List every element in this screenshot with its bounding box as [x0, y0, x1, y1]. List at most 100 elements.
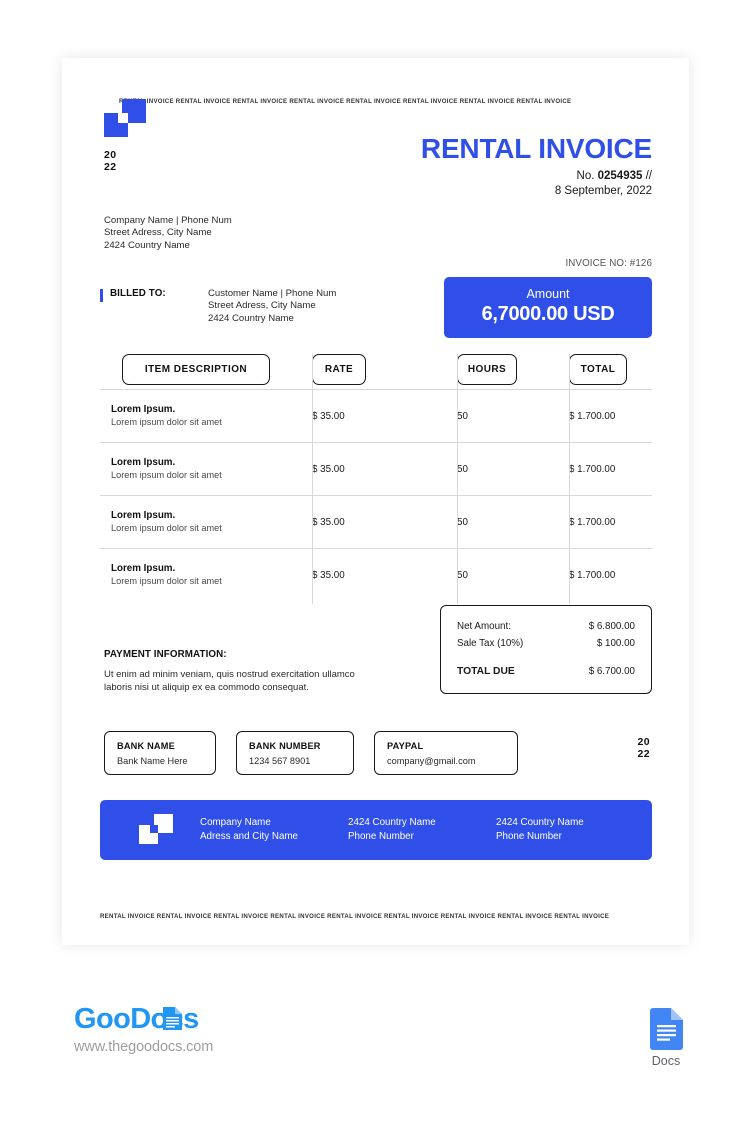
invoice-number-line: No. 0254935 // [421, 169, 652, 184]
goodocs-url[interactable]: www.thegoodocs.com [74, 1039, 213, 1055]
billed-to-address: Customer Name | Phone Num Street Adress,… [208, 288, 336, 325]
table-column-divider-1 [312, 354, 313, 604]
footer-column-country-alt: 2424 Country Name Phone Number [496, 816, 636, 843]
footer-phone-number: Phone Number [348, 831, 414, 842]
bank-details-section: BANK NAME Bank Name Here BANK NUMBER 123… [100, 731, 652, 793]
footer-column-country: 2424 Country Name Phone Number [348, 816, 496, 843]
goodocs-document-icon [163, 1007, 182, 1030]
goodocs-logo: GooDocs [74, 1003, 213, 1036]
net-amount-value: $ 6.800.00 [588, 621, 635, 632]
payment-information-text: Ut enim ad minim veniam, quis nostrud ex… [104, 669, 355, 694]
item-name: Lorem Ipsum. [111, 563, 176, 574]
total-due-label: TOTAL DUE [457, 666, 515, 677]
table-cell-total: $ 1.700.00 [569, 463, 616, 475]
billed-to-line2: Street Adress, City Name [208, 300, 316, 312]
invoice-no-row: INVOICE NO: #126 [565, 258, 652, 269]
footer-phone-number-alt: Phone Number [496, 831, 562, 842]
amount-value: 6,7000.00 USD [481, 303, 615, 325]
company-address-line3: 2424 Country Name [104, 239, 190, 251]
year-right-line2: 22 [637, 748, 650, 760]
amount-highlight-box: Amount 6,7000.00 USD [444, 277, 652, 338]
docs-file-icon [649, 1008, 683, 1050]
year-marker-right: 20 22 [638, 736, 650, 760]
bank-name-value: Bank Name Here [117, 756, 188, 766]
page-title: RENTAL INVOICE [420, 133, 652, 164]
table-cell-rate: $ 35.00 [312, 463, 345, 475]
item-description: Lorem ipsum dolor sit amet [111, 417, 222, 427]
table-cell-description: Lorem Ipsum. Lorem ipsum dolor sit amet [100, 456, 312, 482]
paypal-box: PAYPAL company@gmail.com [374, 731, 518, 775]
table-header-rate-cell: RATE [312, 353, 457, 385]
footer-company-address: Adress and City Name [200, 831, 299, 842]
footer-contact-bar: Company Name Adress and City Name 2424 C… [100, 800, 652, 860]
invoice-number-value: 0254935 [597, 170, 643, 182]
goodocs-branding[interactable]: GooDocs www.thegoodocs.com [74, 1003, 213, 1055]
google-docs-badge[interactable]: Docs [645, 1008, 687, 1068]
billed-to-line1: Customer Name | Phone Num [208, 288, 337, 299]
items-table: ITEM DESCRIPTION RATE HOURS TOTAL Lorem … [100, 349, 652, 604]
goodocs-name-part1: Goo [74, 1003, 131, 1035]
invoice-sheet: RENTAL INVOICE RENTAL INVOICE RENTAL INV… [62, 58, 689, 945]
billed-to-label: BILLED TO: [110, 288, 166, 299]
sales-tax-label: Sale Tax (10%) [457, 638, 524, 649]
invoice-number-prefix: No. [576, 170, 595, 182]
table-header-description: ITEM DESCRIPTION [122, 353, 270, 385]
amount-label: Amount [526, 287, 570, 301]
invoice-no-label: INVOICE NO: [565, 258, 627, 269]
year-right-line1: 20 [637, 736, 650, 748]
footer-column-company: Company Name Adress and City Name [200, 816, 348, 843]
billed-to-accent-bar [100, 289, 103, 302]
paypal-value: company@gmail.com [387, 756, 476, 766]
company-address-line1: Company Name | Phone Num [104, 215, 232, 226]
bank-name-box: BANK NAME Bank Name Here [104, 731, 216, 775]
table-cell-description: Lorem Ipsum. Lorem ipsum dolor sit amet [100, 403, 312, 429]
company-address-line2: Street Adress, City Name [104, 227, 212, 239]
item-name: Lorem Ipsum. [111, 404, 176, 415]
total-due-value: $ 6.700.00 [588, 666, 635, 677]
table-cell-total: $ 1.700.00 [569, 516, 616, 528]
item-description: Lorem ipsum dolor sit amet [111, 470, 222, 480]
totals-and-payment-section: Net Amount: $ 6.800.00 Sale Tax (10%) $ … [100, 605, 652, 717]
company-logo-icon [104, 99, 146, 137]
table-cell-total: $ 1.700.00 [569, 410, 616, 422]
year-left-line2: 22 [104, 161, 117, 173]
footer-country-name: 2424 Country Name [348, 817, 436, 829]
item-name: Lorem Ipsum. [111, 457, 176, 468]
bank-number-box: BANK NUMBER 1234 567 8901 [236, 731, 354, 775]
page-background: RENTAL INVOICE RENTAL INVOICE RENTAL INV… [0, 0, 750, 1144]
table-header-rate: RATE [312, 353, 366, 385]
table-header-description-cell: ITEM DESCRIPTION [100, 353, 312, 385]
item-description: Lorem ipsum dolor sit amet [111, 523, 222, 533]
marquee-strip-bottom: RENTAL INVOICE RENTAL INVOICE RENTAL INV… [100, 913, 610, 920]
table-cell-description: Lorem Ipsum. Lorem ipsum dolor sit amet [100, 562, 312, 588]
bank-number-label: BANK NUMBER [249, 741, 321, 751]
table-cell-hours: 50 [457, 463, 468, 475]
address-section: Company Name | Phone Num Street Adress, … [100, 215, 652, 343]
net-amount-row: Net Amount: $ 6.800.00 [457, 618, 635, 635]
table-cell-hours: 50 [457, 410, 468, 422]
billed-to-section: BILLED TO: Customer Name | Phone Num Str… [100, 288, 336, 325]
sales-tax-row: Sale Tax (10%) $ 100.00 [457, 635, 635, 652]
item-name: Lorem Ipsum. [111, 510, 176, 521]
table-cell-hours: 50 [457, 569, 468, 581]
table-column-divider-3 [569, 354, 570, 604]
invoice-meta: No. 0254935 // 8 September, 2022 [421, 169, 652, 199]
title-block: RENTAL INVOICE No. 0254935 // 8 Septembe… [421, 133, 652, 199]
totals-summary-box: Net Amount: $ 6.800.00 Sale Tax (10%) $ … [440, 605, 652, 694]
invoice-content: 20 22 RENTAL INVOICE No. 0254935 // 8 Se… [100, 91, 652, 860]
sales-tax-value: $ 100.00 [596, 638, 635, 649]
table-cell-hours: 50 [457, 516, 468, 528]
total-due-row: TOTAL DUE $ 6.700.00 [457, 663, 635, 680]
footer-company-logo-icon [139, 814, 173, 844]
table-cell-total: $ 1.700.00 [569, 569, 616, 581]
invoice-header: 20 22 RENTAL INVOICE No. 0254935 // 8 Se… [100, 91, 652, 211]
paypal-label: PAYPAL [387, 741, 424, 751]
table-header-hours: HOURS [457, 353, 517, 385]
bank-name-label: BANK NAME [117, 741, 175, 751]
company-address: Company Name | Phone Num Street Adress, … [104, 215, 232, 252]
table-header-total: TOTAL [569, 353, 627, 385]
payment-information-title: PAYMENT INFORMATION: [104, 649, 227, 660]
table-cell-rate: $ 35.00 [312, 410, 345, 422]
docs-badge-caption: Docs [651, 1054, 681, 1068]
table-header-total-cell: TOTAL [569, 353, 652, 385]
